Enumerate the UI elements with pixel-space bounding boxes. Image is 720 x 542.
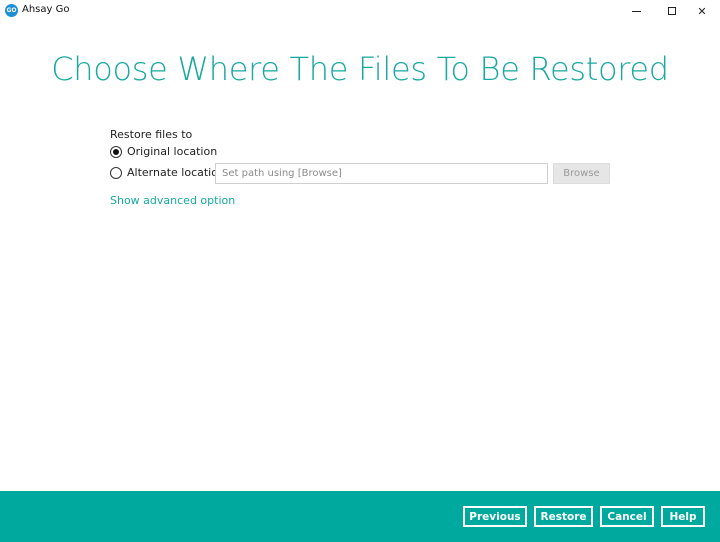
app-logo-icon: GO	[5, 4, 18, 17]
close-button[interactable]: ✕	[684, 0, 720, 22]
show-advanced-option-link[interactable]: Show advanced option	[110, 194, 235, 207]
minimize-icon	[631, 10, 641, 12]
radio-original-location[interactable]: Original location	[110, 145, 217, 158]
cancel-button[interactable]: Cancel	[600, 506, 654, 527]
radio-button-selected[interactable]	[110, 145, 122, 158]
minimize-button[interactable]	[618, 0, 654, 22]
maximize-icon	[668, 7, 676, 15]
page-title: Choose Where The Files To Be Restored	[51, 50, 669, 88]
browse-button[interactable]: Browse	[553, 163, 610, 184]
radio-label-original: Original location	[127, 145, 218, 158]
previous-button[interactable]: Previous	[463, 506, 527, 527]
radio-alternate-location[interactable]: Alternate location	[110, 166, 225, 179]
footer-bar: Previous Restore Cancel Help	[0, 491, 720, 542]
close-icon: ✕	[697, 4, 707, 18]
restore-button[interactable]: Restore	[534, 506, 593, 527]
radio-button-unselected[interactable]	[110, 166, 122, 179]
radio-label-alternate: Alternate location	[127, 166, 225, 179]
restore-files-to-label: Restore files to	[110, 128, 193, 141]
title-bar: GO Ahsay Go ✕	[0, 0, 720, 22]
window-title: Ahsay Go	[22, 4, 70, 15]
alternate-path-input[interactable]	[215, 163, 548, 184]
help-button[interactable]: Help	[661, 506, 705, 527]
